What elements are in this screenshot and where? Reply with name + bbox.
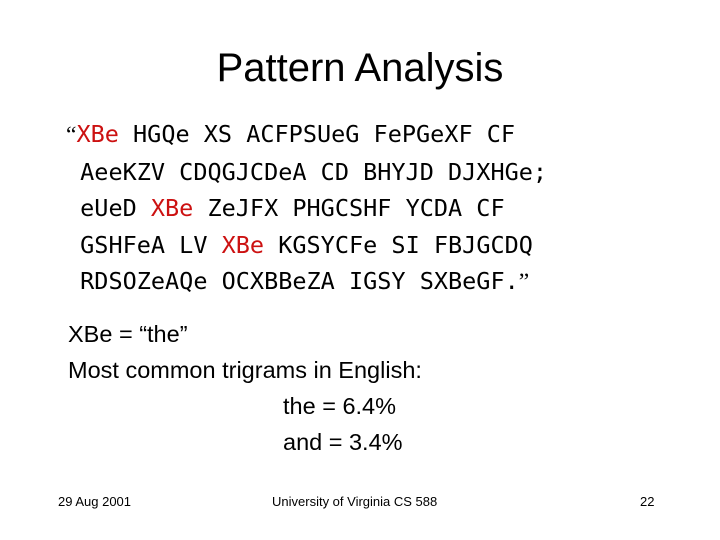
slide-title: Pattern Analysis [216,46,504,90]
trigram-item: the = 6.4% [283,393,397,419]
highlighted-trigram: XBe [221,230,265,259]
ciphertext-segment: ZeJFX PHGCSHF YCDA CF [193,194,505,223]
ciphertext-segment: AeeKZV CDQGJCDeA CD BHYJD DJXHGe; [66,157,548,186]
ciphertext-segment: HGQe XS ACFPSUeG FePGeXF CF [118,120,516,148]
ciphertext-block: “XBe HGQe XS ACFPSUeG FePGeXF CF AeeKZV … [66,116,547,301]
ciphertext-line: “XBe HGQe XS ACFPSUeG FePGeXF CF [66,116,547,154]
ciphertext-line: GSHFeA LV XBe KGSYCFe SI FBJGCDQ [66,227,547,264]
ciphertext-line: AeeKZV CDQGJCDeA CD BHYJD DJXHGe; [66,154,547,191]
ciphertext-segment: KGSYCFe SI FBJGCDQ [264,230,533,259]
ciphertext-segment: RDSOZeAQe OCXBBeZA IGSY SXBeGF. [66,267,519,296]
footer-date: 29 Aug 2001 [58,494,132,509]
ciphertext-line: RDSOZeAQe OCXBBeZA IGSY SXBeGF.” [66,263,547,301]
quote-mark: ” [518,269,530,296]
ciphertext-segment: GSHFeA LV [66,230,222,259]
highlighted-trigram: XBe [76,120,119,148]
highlighted-trigram: XBe [150,194,194,223]
mapping-note: XBe = “the” [68,321,188,347]
trigram-heading: Most common trigrams in English: [68,357,422,383]
footer-course: University of Virginia CS 588 [272,494,438,509]
trigram-item: and = 3.4% [283,429,403,455]
footer-page-number: 22 [640,494,655,509]
ciphertext-line: eUeD XBe ZeJFX PHGCSHF YCDA CF [66,190,547,227]
notes: XBe = “the” Most common trigrams in Engl… [68,316,422,460]
quote-mark: “ [66,122,77,148]
ciphertext-segment: eUeD [66,194,151,223]
